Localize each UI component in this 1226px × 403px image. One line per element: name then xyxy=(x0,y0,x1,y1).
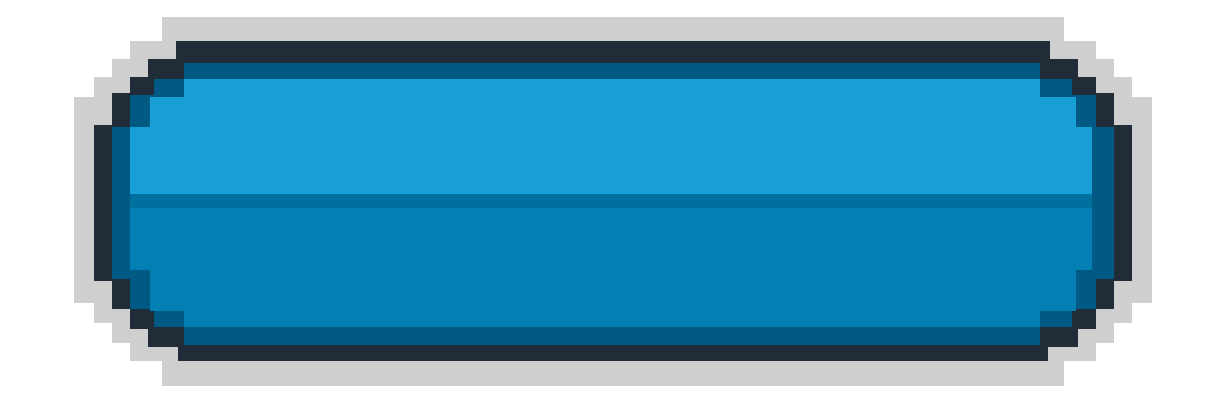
pixel-button[interactable] xyxy=(0,0,1226,403)
pixel-button-canvas xyxy=(0,0,1226,403)
button-bottom-face xyxy=(130,208,1092,327)
button-mid-seam xyxy=(130,194,1092,210)
button-top-face xyxy=(130,79,1092,196)
